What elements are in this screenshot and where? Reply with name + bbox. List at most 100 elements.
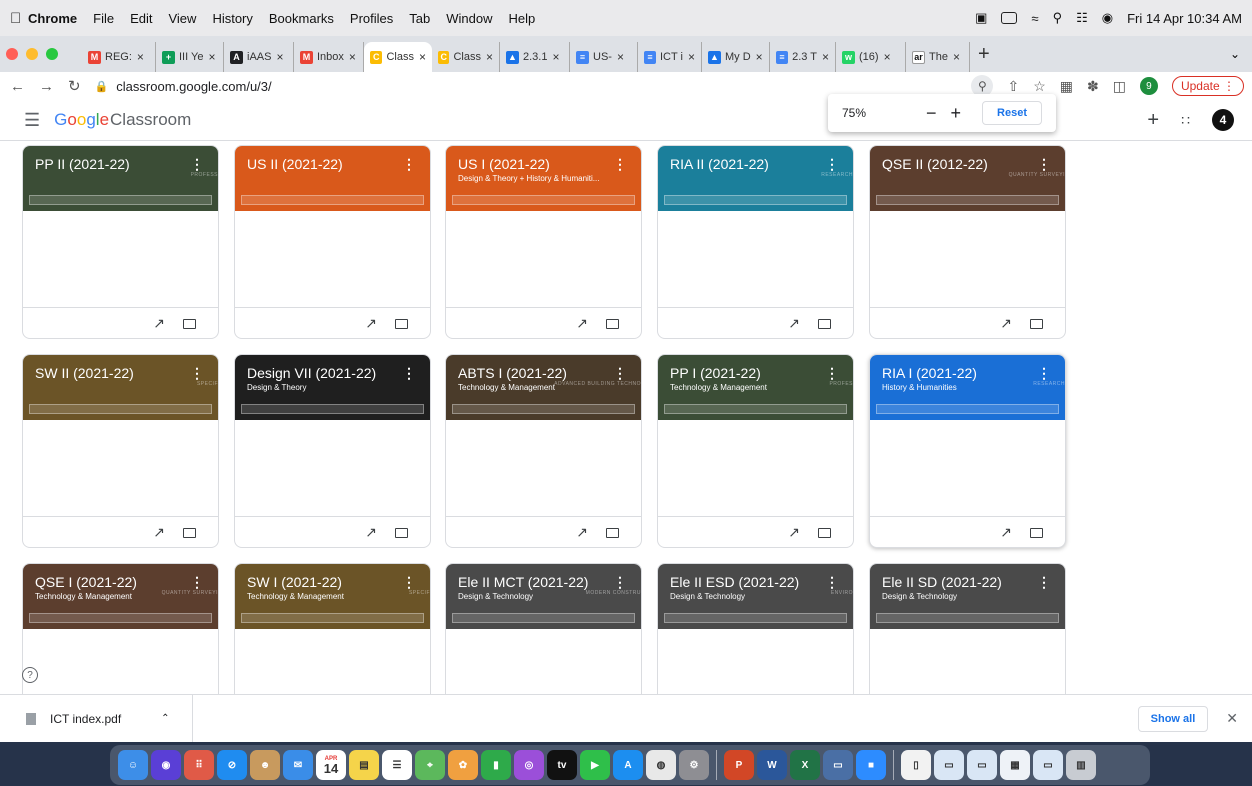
browser-tab[interactable]: + III Ye × [156,42,224,72]
document-icon[interactable]: ▯ [901,750,931,780]
settings-icon[interactable]: ⚙ [679,750,709,780]
class-card-banner[interactable]: RIA I (2021-22) History & Humanities RESEA… [870,355,1065,420]
class-card[interactable]: QSE I (2021-22) Technology & Management QU… [22,563,219,694]
class-card[interactable]: RIA I (2021-22) History & Humanities RESEA… [869,354,1066,548]
class-card-banner[interactable]: SW I (2021-22) Technology & Management SPE… [235,564,430,629]
close-downloads-icon[interactable]: ✕ [1226,710,1238,727]
reload-icon[interactable]: ↻ [68,77,81,95]
class-card[interactable]: Ele II SD (2021-22)Design & Technology⋮↗ [869,563,1066,694]
browser-tab[interactable]: ≡ 2.3 T × [770,42,836,72]
notes-icon[interactable]: ▤ [349,750,379,780]
class-options-icon[interactable]: ⋮ [1037,365,1051,382]
class-card[interactable]: Design VII (2021-22) Design & Theory ⋮ ↗ [234,354,431,548]
class-title[interactable]: Ele II ESD (2021-22) [670,574,830,590]
class-card-banner[interactable]: US I (2021-22) Design & Theory + History … [446,146,641,211]
extensions-puzzle-icon[interactable]: ✽ [1087,78,1099,95]
mail-icon[interactable]: ✉ [283,750,313,780]
class-card[interactable]: Ele II MCT (2021-22) Design & Technology M… [445,563,642,694]
class-options-icon[interactable]: ⋮ [825,574,839,591]
drive-folder-icon[interactable] [606,527,619,538]
close-tab-icon[interactable]: × [349,50,356,64]
class-card[interactable]: SW I (2021-22) Technology & Management SPE… [234,563,431,694]
safari-icon[interactable]: ⊘ [217,750,247,780]
launchpad-icon[interactable]: ⠿ [184,750,214,780]
menu-history[interactable]: History [212,11,252,26]
class-options-icon[interactable]: ⋮ [613,574,627,591]
back-icon[interactable]: ← [10,78,25,95]
progress-trend-icon[interactable]: ↗ [153,524,165,541]
class-card[interactable]: US I (2021-22) Design & Theory + History … [445,145,642,339]
close-tab-icon[interactable]: × [884,50,891,64]
tab-search-chevron-icon[interactable]: ⌄ [1230,47,1240,61]
class-card[interactable]: US II (2021-22) ⋮ ↗ [234,145,431,339]
class-options-icon[interactable]: ⋮ [825,156,839,173]
close-tab-icon[interactable]: × [552,50,559,64]
class-card-banner[interactable]: QSE I (2021-22) Technology & Management QU… [23,564,218,629]
browser-tab[interactable]: ▲ 2.3.1 × [500,42,570,72]
browser-tab[interactable]: ≡ ICT i × [638,42,702,72]
appletv-icon[interactable]: tv [547,750,577,780]
drive-folder-icon[interactable] [606,318,619,329]
close-tab-icon[interactable]: × [688,50,695,64]
numbers-icon[interactable]: ▮ [481,750,511,780]
side-panel-icon[interactable]: ◫ [1113,78,1126,95]
zoom-icon[interactable]: ■ [856,750,886,780]
browser-tab[interactable]: AiAAS × [224,42,294,72]
show-all-downloads-button[interactable]: Show all [1137,705,1209,732]
grid-extension-icon[interactable]: ▦ [1060,78,1073,95]
calendar-icon[interactable]: APR 14 [316,750,346,780]
close-tab-icon[interactable]: × [822,50,829,64]
close-tab-icon[interactable]: × [208,50,215,64]
close-tab-icon[interactable]: × [953,50,960,64]
browser-tab[interactable]: w (16) × [836,42,906,72]
drive-folder-icon[interactable] [395,527,408,538]
drive-folder-icon[interactable] [1030,527,1043,538]
class-title[interactable]: QSE II (2012-22) [882,156,1042,172]
profile-avatar[interactable]: 9 [1139,77,1158,95]
class-card-banner[interactable]: PP I (2021-22) Technology & Management PRO… [658,355,853,420]
class-card-banner[interactable]: ABTS I (2021-22) Technology & Management A… [446,355,641,420]
drive-folder-icon[interactable] [1030,318,1043,329]
powerpoint-icon[interactable]: P [724,750,754,780]
battery-icon[interactable] [1001,12,1018,24]
class-card[interactable]: QSE II (2012-22) QUANTITY SURVEYI ⋮ ↗ [869,145,1066,339]
close-tab-icon[interactable]: × [419,50,426,64]
class-options-icon[interactable]: ⋮ [1037,156,1051,173]
browser-tab[interactable]: ar The × [906,42,970,72]
class-card[interactable]: SW II (2021-22) SPECIF ⋮ ↗ [22,354,219,548]
class-title[interactable]: RIA II (2021-22) [670,156,830,172]
menu-view[interactable]: View [168,11,196,26]
class-card-banner[interactable]: RIA II (2021-22) RESEARCH ⋮ [658,146,853,211]
podcasts-icon[interactable]: ◎ [514,750,544,780]
class-title[interactable]: US I (2021-22) [458,156,618,172]
trash-icon[interactable]: ▥ [1066,750,1096,780]
class-card-banner[interactable]: QSE II (2012-22) QUANTITY SURVEYI ⋮ [870,146,1065,211]
facetime-icon[interactable]: ▶ [580,750,610,780]
class-options-icon[interactable]: ⋮ [402,156,416,173]
word-icon[interactable]: W [757,750,787,780]
browser-tab[interactable]: C Class × [364,42,432,72]
class-card-banner[interactable]: Ele II MCT (2021-22) Design & Technology M… [446,564,641,629]
progress-trend-icon[interactable]: ↗ [1000,315,1012,332]
class-title[interactable]: SW I (2021-22) [247,574,407,590]
drive-folder-icon[interactable] [818,527,831,538]
class-card-banner[interactable]: Design VII (2021-22) Design & Theory ⋮ [235,355,430,420]
progress-trend-icon[interactable]: ↗ [1000,524,1012,541]
browser-tab[interactable]: ▲ My D × [702,42,770,72]
apps-grid-icon[interactable]: ∷ [1181,112,1190,129]
zoom-in-button[interactable]: + [951,103,962,124]
class-title[interactable]: QSE I (2021-22) [35,574,195,590]
zoom-out-button[interactable]: − [926,103,937,124]
screenshot-icon[interactable]: ▭ [967,750,997,780]
remote-icon[interactable]: ▭ [823,750,853,780]
class-title[interactable]: ABTS I (2021-22) [458,365,618,381]
class-title[interactable]: PP II (2021-22) [35,156,195,172]
drive-folder-icon[interactable] [395,318,408,329]
appstore-icon[interactable]: A [613,750,643,780]
screenshot-icon[interactable]: ▭ [934,750,964,780]
progress-trend-icon[interactable]: ↗ [788,315,800,332]
class-card-banner[interactable]: US II (2021-22) ⋮ [235,146,430,211]
drive-folder-icon[interactable] [183,318,196,329]
finder-icon[interactable]: ☺ [118,750,148,780]
close-tab-icon[interactable]: × [756,50,763,64]
